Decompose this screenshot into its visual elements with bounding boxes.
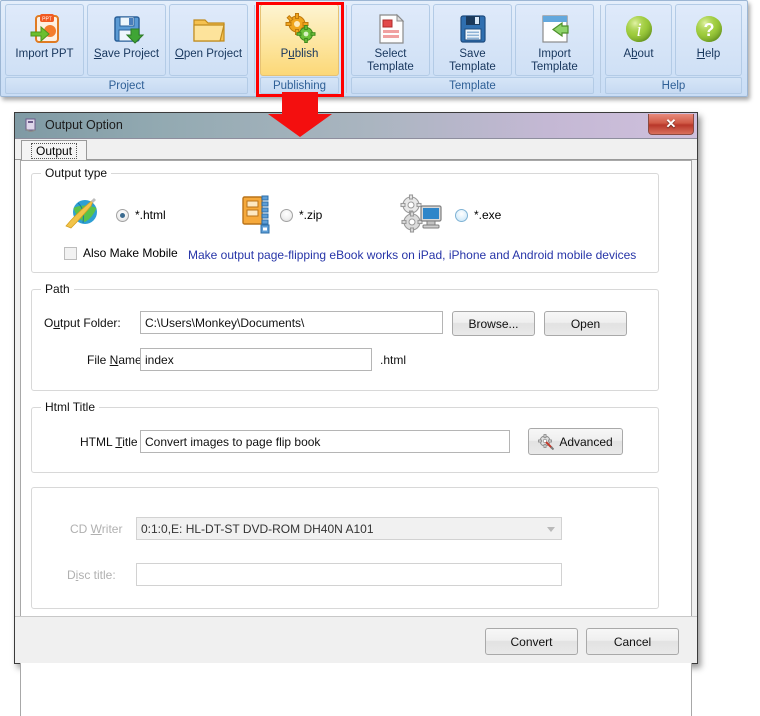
radio-exe-icon[interactable] bbox=[455, 208, 468, 222]
save-template-label: Save Template bbox=[449, 48, 496, 73]
output-option-dialog: Output Option ✕ Output Output type *.htm… bbox=[14, 112, 698, 716]
ribbon-group-caption-help: Help bbox=[605, 77, 742, 94]
help-button[interactable]: ? Help bbox=[675, 4, 742, 76]
output-type-option-html-label: *.html bbox=[135, 208, 166, 222]
ribbon-group-publishing: Publish Publishing bbox=[260, 4, 342, 95]
dialog-title: Output Option bbox=[45, 118, 123, 132]
svg-text:PPT: PPT bbox=[42, 17, 52, 23]
html-title-group: Html Title HTML Title Convert images to … bbox=[31, 400, 659, 473]
open-button[interactable]: Open bbox=[544, 311, 627, 336]
output-type-option-zip[interactable]: *.zip bbox=[280, 208, 322, 222]
chevron-down-icon bbox=[547, 526, 555, 532]
output-type-option-html[interactable]: *.html bbox=[116, 208, 166, 222]
disc-title-input[interactable] bbox=[136, 563, 562, 586]
file-extension-label: .html bbox=[380, 353, 407, 367]
tab-output-label: Output bbox=[31, 142, 78, 159]
output-type-option-exe-label: *.exe bbox=[474, 208, 502, 222]
cancel-button[interactable]: Cancel bbox=[586, 628, 679, 655]
output-type-caption: Output type bbox=[41, 166, 112, 180]
zip-archive-icon bbox=[237, 194, 277, 239]
ribbon-separator-3 bbox=[600, 5, 601, 93]
radio-zip-icon[interactable] bbox=[280, 208, 293, 222]
save-project-label: Save Project bbox=[93, 48, 160, 60]
ribbon-separator-2 bbox=[346, 5, 347, 93]
svg-text:?: ? bbox=[703, 20, 714, 40]
ribbon-separator-1 bbox=[254, 5, 255, 93]
ribbon-toolbar: PPT Import PPT Save Project Open Project… bbox=[0, 0, 748, 97]
help-label: Help bbox=[696, 48, 721, 60]
globe-html-icon bbox=[64, 196, 104, 239]
about-info-icon: i bbox=[623, 10, 655, 48]
output-folder-input[interactable]: C:\Users\Monkey\Documents\ bbox=[140, 311, 443, 334]
open-project-button[interactable]: Open Project bbox=[169, 4, 248, 76]
output-folder-label: Output Folder: bbox=[44, 316, 121, 330]
also-make-mobile-label: Also Make Mobile bbox=[83, 246, 178, 260]
help-question-icon: ? bbox=[693, 10, 725, 48]
path-caption: Path bbox=[41, 282, 74, 296]
convert-button[interactable]: Convert bbox=[485, 628, 578, 655]
red-down-arrow-annotation bbox=[268, 92, 332, 137]
tab-output[interactable]: Output bbox=[21, 140, 88, 161]
file-name-input[interactable]: index bbox=[140, 348, 372, 371]
cd-writer-label: CD Writer bbox=[70, 522, 123, 536]
ribbon-group-caption-template: Template bbox=[351, 77, 594, 94]
about-label: About bbox=[623, 48, 654, 60]
select-template-button[interactable]: Select Template bbox=[351, 4, 430, 76]
ribbon-group-template-buttons: Select Template Save Template Import Tem… bbox=[351, 4, 597, 76]
exe-gears-monitor-icon bbox=[399, 194, 445, 239]
dialog-titlebar[interactable]: Output Option ✕ bbox=[15, 113, 697, 139]
advanced-button-label: Advanced bbox=[559, 434, 613, 449]
cd-writer-combobox-value: 0:1:0,E: HL-DT-ST DVD-ROM DH40N A101 bbox=[141, 521, 374, 536]
import-ppt-icon: PPT bbox=[28, 10, 62, 48]
open-project-icon bbox=[192, 10, 226, 48]
checkbox-also-make-mobile-icon[interactable] bbox=[64, 246, 77, 260]
svg-text:i: i bbox=[636, 20, 641, 41]
dialog-footer: Convert Cancel bbox=[15, 616, 697, 663]
import-ppt-label: Import PPT bbox=[15, 48, 74, 60]
publish-label: Publish bbox=[280, 48, 319, 60]
also-make-mobile-checkbox-row[interactable]: Also Make Mobile bbox=[64, 246, 178, 260]
html-title-label: HTML Title bbox=[80, 435, 138, 449]
ribbon-group-project: PPT Import PPT Save Project Open Project… bbox=[5, 4, 251, 95]
ribbon-group-template: Select Template Save Template Import Tem… bbox=[351, 4, 597, 95]
cd-writer-group: CD Writer 0:1:0,E: HL-DT-ST DVD-ROM DH40… bbox=[31, 487, 659, 609]
output-type-option-exe[interactable]: *.exe bbox=[455, 208, 501, 222]
publish-gears-icon bbox=[283, 10, 317, 48]
import-template-button[interactable]: Import Template bbox=[515, 4, 594, 76]
output-type-option-zip-label: *.zip bbox=[299, 208, 323, 222]
browse-button[interactable]: Browse... bbox=[452, 311, 535, 336]
save-template-button[interactable]: Save Template bbox=[433, 4, 512, 76]
advanced-button[interactable]: Advanced bbox=[528, 428, 623, 455]
import-template-label: Import Template bbox=[531, 48, 578, 73]
mobile-note-text: Make output page-flipping eBook works on… bbox=[188, 248, 637, 262]
save-project-button[interactable]: Save Project bbox=[87, 4, 166, 76]
ribbon-group-help-buttons: i About ? Help bbox=[605, 4, 745, 76]
advanced-settings-icon bbox=[538, 433, 555, 450]
import-ppt-button[interactable]: PPT Import PPT bbox=[5, 4, 84, 76]
ribbon-group-help: i About ? Help Help bbox=[605, 4, 745, 95]
select-template-icon bbox=[375, 10, 407, 48]
about-button[interactable]: i About bbox=[605, 4, 672, 76]
html-title-input[interactable]: Convert images to page flip book bbox=[140, 430, 510, 453]
import-template-icon bbox=[539, 10, 571, 48]
disc-title-label: Disc title: bbox=[67, 568, 116, 582]
open-project-label: Open Project bbox=[174, 48, 243, 60]
dialog-tabstrip: Output bbox=[15, 139, 697, 161]
ribbon-group-project-buttons: PPT Import PPT Save Project Open Project bbox=[5, 4, 251, 76]
close-icon[interactable]: ✕ bbox=[648, 114, 694, 135]
publish-button[interactable]: Publish bbox=[260, 4, 339, 76]
app-window-icon bbox=[24, 118, 39, 133]
save-template-icon bbox=[457, 10, 489, 48]
save-project-icon bbox=[110, 10, 144, 48]
file-name-label: File Name: bbox=[87, 353, 146, 367]
output-type-group: Output type *.html *.zip *.exe Also Make… bbox=[31, 166, 659, 273]
select-template-label: Select Template bbox=[367, 48, 414, 73]
radio-html-icon[interactable] bbox=[116, 208, 129, 222]
ribbon-group-publishing-buttons: Publish bbox=[260, 4, 342, 76]
cd-writer-combobox[interactable]: 0:1:0,E: HL-DT-ST DVD-ROM DH40N A101 bbox=[136, 517, 562, 540]
path-group: Path Output Folder: C:\Users\Monkey\Docu… bbox=[31, 282, 659, 391]
ribbon-group-caption-project: Project bbox=[5, 77, 248, 94]
html-title-caption: Html Title bbox=[41, 400, 100, 414]
